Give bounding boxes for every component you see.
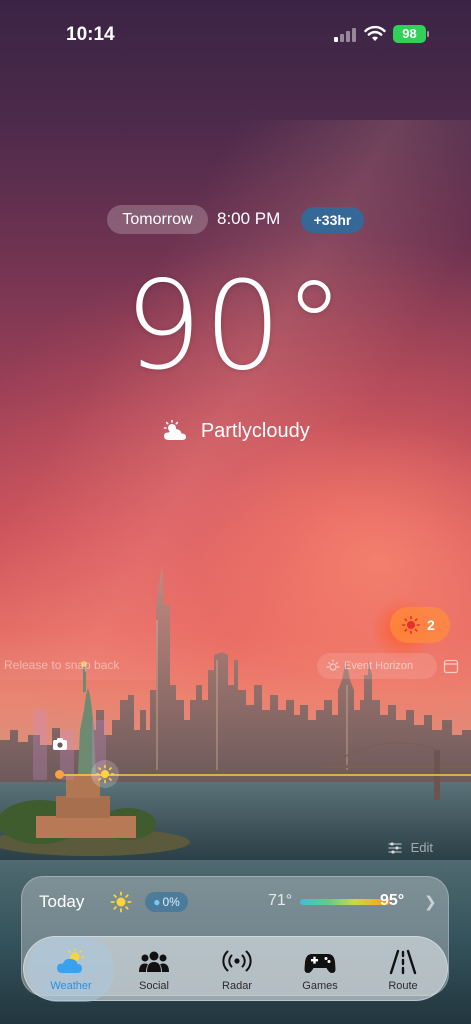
- sun-badge[interactable]: 2: [390, 607, 450, 643]
- sunrise-icon: [326, 659, 340, 671]
- tab-route-label: Route: [388, 980, 418, 992]
- tab-route[interactable]: Route: [360, 937, 446, 1002]
- tab-games[interactable]: Games: [277, 937, 363, 1002]
- condition-label: Partlycloudy: [200, 420, 310, 442]
- road-icon: [389, 949, 417, 975]
- sun-badge-count: 2: [427, 617, 435, 633]
- event-horizon-button[interactable]: Event Horizon: [317, 653, 437, 679]
- people-icon: [139, 951, 169, 972]
- edit-button[interactable]: Edit: [388, 840, 433, 855]
- chevron-right-icon[interactable]: ❯: [424, 893, 437, 911]
- tab-bar: Weather Social Radar Games Route: [23, 936, 448, 1002]
- tab-social-label: Social: [139, 980, 169, 992]
- today-label: Today: [39, 892, 85, 911]
- weather-icon: [57, 948, 85, 973]
- tab-games-label: Games: [302, 980, 338, 992]
- status-bar: 10:14 98: [0, 0, 471, 70]
- tab-radar-label: Radar: [222, 980, 252, 992]
- precipitation-value: 0%: [162, 895, 180, 909]
- cellular-signal-icon: [334, 28, 358, 42]
- temperature-display: 90°: [124, 255, 347, 397]
- tab-weather[interactable]: Weather: [28, 937, 114, 1002]
- tab-weather-label: Weather: [50, 980, 92, 992]
- tab-radar[interactable]: Radar: [194, 937, 280, 1002]
- droplet-icon: ●: [153, 895, 161, 909]
- hour-offset-badge[interactable]: +33hr: [301, 207, 364, 233]
- radar-icon: [222, 950, 252, 972]
- timeline-handle[interactable]: [91, 760, 119, 788]
- calendar-icon[interactable]: [443, 658, 459, 674]
- high-temperature: 95°: [380, 892, 405, 909]
- status-time: 10:14: [66, 24, 115, 45]
- sliders-icon: [388, 842, 402, 854]
- day-pill[interactable]: Tomorrow: [107, 205, 208, 234]
- camera-icon[interactable]: [52, 737, 68, 751]
- tab-social[interactable]: Social: [111, 937, 197, 1002]
- event-horizon-label: Event Horizon: [344, 660, 414, 672]
- precipitation-badge: ● 0%: [145, 892, 188, 912]
- timeline-track[interactable]: [62, 774, 471, 776]
- sun-icon: [110, 891, 132, 913]
- low-temperature: 71°: [268, 892, 293, 909]
- battery-indicator: 98: [393, 25, 429, 43]
- snap-back-hint: Release to snap back: [4, 658, 120, 672]
- wifi-icon: [364, 25, 386, 41]
- sun-icon: [402, 616, 420, 634]
- edit-label: Edit: [410, 840, 434, 855]
- forecast-time: 8:00 PM: [217, 209, 281, 228]
- gamepad-icon: [304, 954, 336, 973]
- forecast-time-row: Tomorrow 8:00 PM +33hr: [0, 205, 471, 235]
- condition-row: Partlycloudy: [0, 419, 471, 443]
- hourly-bars[interactable]: [0, 690, 471, 780]
- sun-icon: [95, 764, 115, 784]
- temperature-range-bar: [300, 899, 390, 905]
- partly-cloudy-icon: [163, 419, 187, 440]
- timeline-start-dot: [55, 770, 64, 779]
